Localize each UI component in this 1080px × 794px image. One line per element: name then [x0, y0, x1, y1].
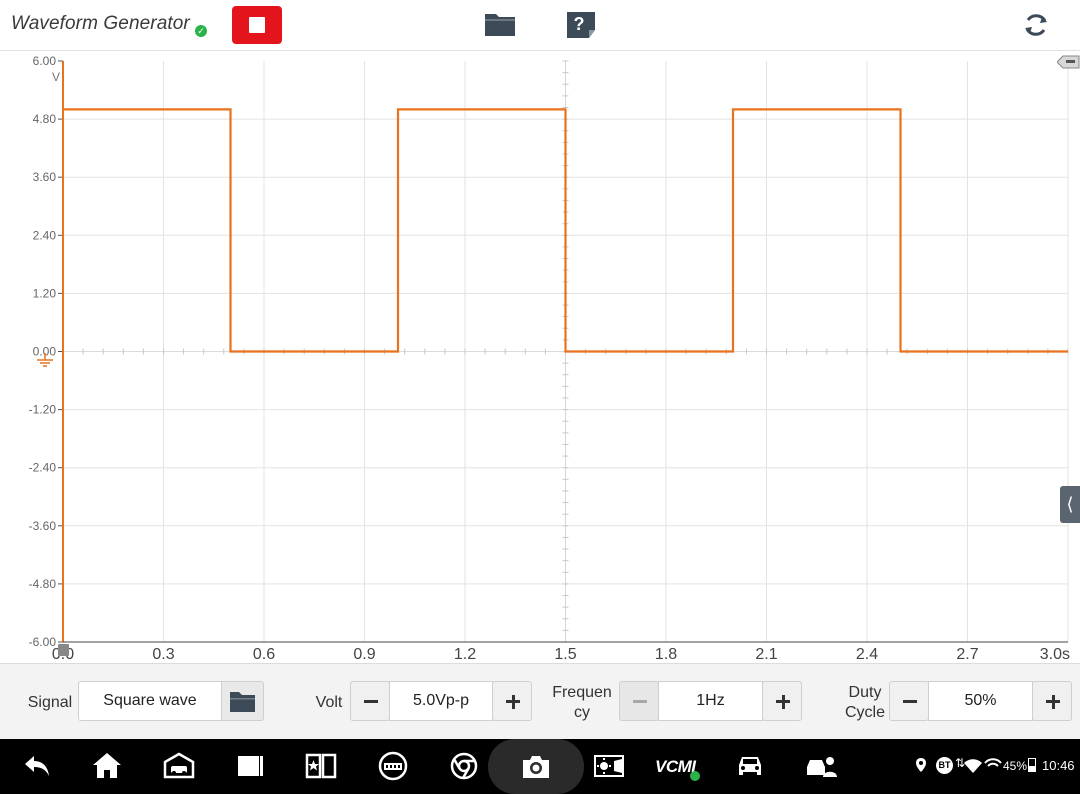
recent-apps-icon: [238, 756, 263, 776]
y-tick-label: -6.00: [29, 635, 57, 649]
open-file-button[interactable]: [484, 10, 516, 40]
y-tick-label: 2.40: [33, 228, 57, 242]
y-tick-label: -4.80: [29, 577, 57, 591]
nav-home-button[interactable]: [90, 749, 124, 783]
nav-vcmi-button[interactable]: VCMI: [655, 749, 703, 783]
signal-select[interactable]: Square wave: [78, 681, 222, 721]
minus-icon: [903, 700, 917, 703]
app-title: Waveform Generator: [11, 13, 190, 34]
minus-icon: [364, 700, 378, 703]
wifi-icon: [964, 759, 982, 773]
nav-remote-expert-button[interactable]: [805, 749, 839, 783]
bluetooth-icon: BT: [936, 757, 953, 774]
x-tick-label: 1.8: [655, 646, 677, 663]
nav-back-button[interactable]: [20, 749, 54, 783]
trigger-marker-icon[interactable]: [58, 644, 69, 656]
folder-icon: [485, 14, 515, 36]
x-tick-label: 0.6: [253, 646, 275, 663]
x-tick-label: 2.4: [856, 646, 878, 663]
nav-browser-button[interactable]: [447, 749, 481, 783]
help-button[interactable]: ?: [565, 10, 597, 40]
back-icon: [25, 756, 49, 776]
signal-label: Signal: [27, 694, 73, 711]
svg-text:?: ?: [574, 14, 585, 34]
x-tick-label: 1.2: [454, 646, 476, 663]
home-icon: [93, 753, 121, 778]
volt-value-field[interactable]: 5.0Vp-p: [389, 681, 493, 721]
frequency-value-field[interactable]: 1Hz: [658, 681, 763, 721]
y-tick-label: 3.60: [33, 170, 57, 184]
vci-signal-icon: [984, 758, 1002, 772]
volt-label: Volt: [315, 694, 343, 711]
y-tick-label: -3.60: [29, 519, 57, 533]
reference-marker-icon: [1056, 55, 1080, 69]
nav-mechanic-button[interactable]: [376, 749, 410, 783]
y-unit-label: V: [52, 70, 60, 84]
chevron-left-icon: ⟨: [1066, 494, 1074, 514]
vcmi-status-icon: [690, 771, 700, 781]
battery-percent: 45%: [1003, 759, 1028, 773]
y-tick-label: -1.20: [29, 403, 57, 417]
x-tick-label: 0.9: [353, 646, 375, 663]
car-garage-icon: [163, 752, 195, 779]
nav-favorites-button[interactable]: [304, 749, 338, 783]
camera-icon: [523, 756, 549, 778]
location-icon: [916, 758, 926, 772]
car-icon: [739, 757, 761, 775]
nav-vehicle-button[interactable]: [733, 749, 767, 783]
y-tick-label: -2.40: [29, 461, 57, 475]
browser-icon: [450, 752, 478, 780]
nav-screenshot-button[interactable]: [488, 739, 584, 794]
status-clock: 10:46: [1042, 758, 1075, 773]
refresh-icon: [1025, 14, 1047, 36]
frequency-decrease-button[interactable]: [619, 681, 659, 721]
controls-bar: Signal Square wave Volt 5.0Vp-p Frequen …: [0, 663, 1080, 740]
stop-icon: [249, 17, 265, 33]
favorites-icon: [305, 753, 337, 779]
duty-cycle-label: Duty Cycle: [844, 684, 885, 721]
top-bar: Waveform Generator ✓ ?: [0, 0, 1080, 51]
y-tick-label: 1.20: [33, 286, 57, 300]
x-tick-label: 3.0s: [1040, 646, 1070, 663]
reference-marker-button[interactable]: [1056, 55, 1080, 69]
connected-check-icon: ✓: [195, 25, 207, 37]
refresh-button[interactable]: [1020, 9, 1052, 41]
x-tick-label: 2.1: [755, 646, 777, 663]
help-icon: ?: [567, 12, 595, 38]
frequency-increase-button[interactable]: [762, 681, 802, 721]
brightness-icon: [594, 755, 624, 777]
side-panel-toggle[interactable]: ⟨: [1060, 486, 1080, 523]
duty-decrease-button[interactable]: [889, 681, 929, 721]
system-nav-bar: VCMI BT ⇅ 45% 10:46: [0, 739, 1080, 794]
duty-increase-button[interactable]: [1032, 681, 1072, 721]
x-tick-label: 1.5: [554, 646, 576, 663]
remote-expert-icon: [807, 757, 837, 777]
folder-icon: [230, 692, 255, 712]
x-tick-label: 2.7: [956, 646, 978, 663]
volt-increase-button[interactable]: [492, 681, 532, 721]
nav-recent-apps-button[interactable]: [233, 749, 267, 783]
nav-brightness-button[interactable]: [592, 749, 626, 783]
signal-folder-button[interactable]: [221, 681, 264, 721]
y-tick-label: 6.00: [33, 54, 57, 68]
nav-vehicle-menu-button[interactable]: [162, 749, 196, 783]
stop-button[interactable]: [232, 6, 282, 44]
minus-icon: [633, 700, 647, 703]
frequency-label: Frequen cy: [552, 684, 612, 721]
battery-icon: [1028, 758, 1036, 772]
duty-value-field[interactable]: 50%: [928, 681, 1033, 721]
volt-decrease-button[interactable]: [350, 681, 390, 721]
y-tick-label: 4.80: [33, 112, 57, 126]
x-tick-label: 0.3: [152, 646, 174, 663]
waveform-chart[interactable]: 0.00.30.60.91.21.51.82.12.42.73.0s6.004.…: [0, 51, 1080, 663]
mechanic-icon: [378, 751, 408, 781]
